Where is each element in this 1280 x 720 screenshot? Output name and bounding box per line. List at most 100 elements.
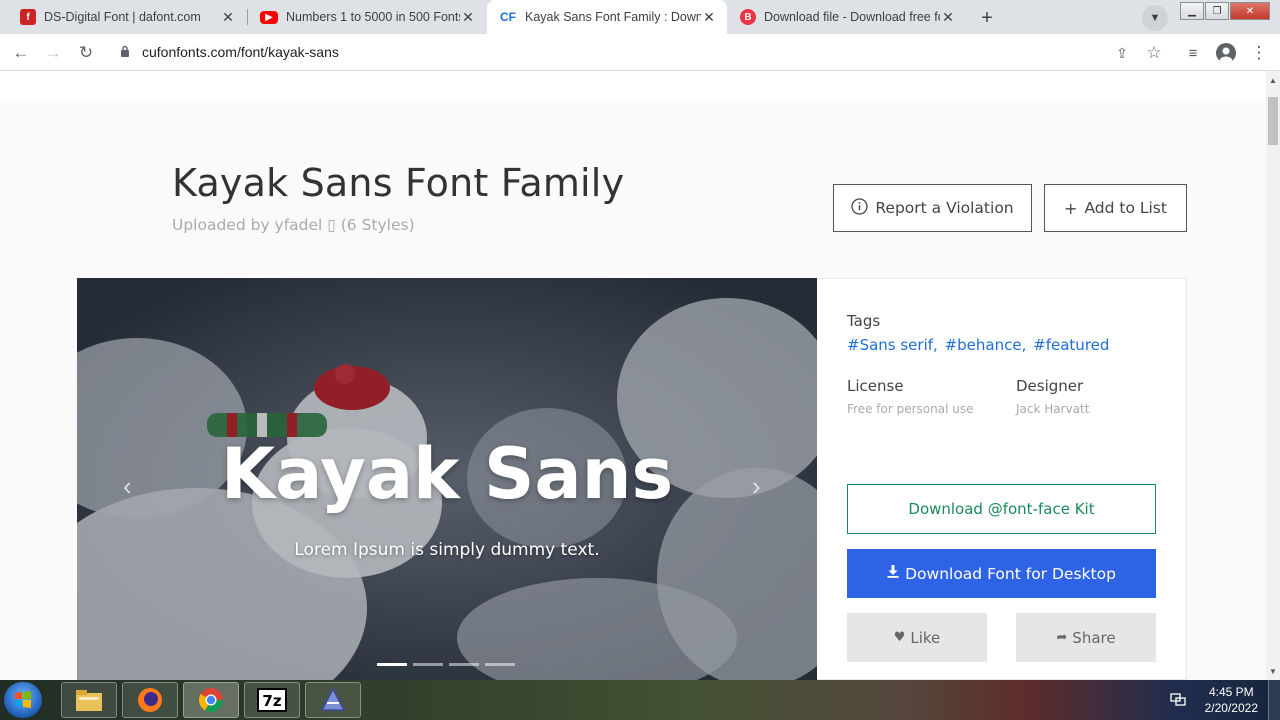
designer-value[interactable]: Jack Harvatt (1016, 402, 1089, 416)
bookmark-button[interactable]: ☆ (1141, 40, 1167, 66)
profile-button[interactable] (1213, 40, 1239, 66)
share-label: Share (1072, 628, 1116, 647)
scrollbar-thumb[interactable] (1268, 97, 1278, 145)
forward-button[interactable]: → (40, 40, 66, 66)
like-button[interactable]: ♥ Like (847, 613, 987, 662)
page-content: Kayak Sans Font Family Uploaded by yfade… (0, 71, 1266, 680)
reload-icon: ↻ (78, 43, 94, 62)
minimize-icon: ▁ (1188, 5, 1196, 17)
taskbar-7zip[interactable]: 7z (244, 682, 300, 718)
taskbar-chrome[interactable] (183, 682, 239, 718)
font-info-panel: Tags #Sans serif, #behance, #featured Li… (817, 278, 1187, 680)
page-title: Kayak Sans Font Family (172, 161, 625, 205)
start-button[interactable] (4, 682, 42, 718)
windows-taskbar: 7z 4:45 PM 2/20/2022 (0, 680, 1280, 720)
taskbar-font-app[interactable] (305, 682, 361, 718)
menu-button[interactable]: ⋮ (1246, 40, 1272, 66)
minimize-button[interactable]: ▁ (1180, 2, 1204, 20)
arrow-left-icon: ← (12, 43, 30, 62)
close-icon: ✕ (1245, 5, 1255, 17)
tab-dafont[interactable]: f DS-Digital Font | dafont.com ✕ (8, 0, 246, 34)
restore-icon: ❐ (1212, 5, 1222, 17)
reading-list-icon: ≡ (1188, 44, 1198, 62)
clock-time: 4:45 PM (1208, 685, 1254, 699)
cufonfonts-icon: CF (500, 10, 516, 24)
share-button[interactable]: ➦ Share (1016, 613, 1156, 662)
page-scrollbar[interactable]: ▲ ▼ (1266, 71, 1280, 680)
tab-kayak-sans[interactable]: CF Kayak Sans Font Family : Downlo ✕ (487, 0, 727, 34)
site-header-strip (0, 71, 1266, 101)
system-clock[interactable]: 4:45 PM 2/20/2022 (1205, 684, 1258, 716)
share-page-button[interactable]: ⇪ (1109, 40, 1135, 66)
browser-tab-strip: f DS-Digital Font | dafont.com ✕ ▶ Numbe… (0, 0, 1280, 34)
carousel-indicator[interactable] (377, 663, 407, 666)
chevron-down-icon: ▼ (1149, 12, 1161, 24)
browser-toolbar: ← → ↻ cufonfonts.com/font/kayak-sans ⇪ ☆… (0, 34, 1280, 71)
close-icon[interactable]: ✕ (940, 9, 956, 26)
font-preview-title: Kayak Sans (220, 433, 674, 515)
restore-button[interactable]: ❐ (1205, 2, 1229, 20)
uploaded-by-text: Uploaded by yfadel ▯ (6 Styles) (172, 216, 415, 234)
window-close-button[interactable]: ✕ (1230, 2, 1270, 20)
close-icon[interactable]: ✕ (220, 9, 236, 26)
carousel-indicators (377, 663, 515, 666)
tab-search-button[interactable]: ▼ (1142, 5, 1168, 31)
reload-button[interactable]: ↻ (73, 40, 99, 66)
close-icon[interactable]: ✕ (701, 9, 717, 26)
avatar-icon (1216, 43, 1236, 63)
tab-youtube[interactable]: ▶ Numbers 1 to 5000 in 500 Fonts ✕ (248, 0, 486, 34)
tab-download-file[interactable]: B Download file - Download free fo ✕ (728, 0, 966, 34)
carousel-indicator[interactable] (485, 663, 515, 666)
back-button[interactable]: ← (8, 40, 34, 66)
plus-icon: + (981, 6, 993, 29)
tab-title: DS-Digital Font | dafont.com (44, 10, 201, 24)
tags-list: #Sans serif, #behance, #featured (847, 336, 1111, 354)
tab-title: Kayak Sans Font Family : Downlo (525, 10, 701, 24)
share-arrow-icon: ➦ (1056, 630, 1068, 645)
plus-icon: + (1064, 198, 1078, 218)
like-label: Like (910, 628, 941, 647)
tab-title: Numbers 1 to 5000 in 500 Fonts (286, 10, 460, 24)
font-preview-carousel[interactable]: ‹ › Kayak Sans Lorem Ipsum is simply dum… (77, 278, 817, 680)
lock-icon (120, 45, 132, 59)
tag-link[interactable]: #featured (1033, 336, 1109, 354)
add-to-list-button[interactable]: + Add to List (1044, 184, 1187, 232)
download-font-face-kit-button[interactable]: Download @font-face Kit (847, 484, 1156, 534)
tags-label: Tags (847, 312, 881, 330)
taskbar-firefox[interactable] (122, 682, 178, 718)
new-tab-button[interactable]: + (974, 5, 1000, 31)
info-icon (851, 197, 868, 219)
svg-text:7z: 7z (262, 692, 281, 710)
taskbar-file-explorer[interactable] (61, 682, 117, 718)
designer-label: Designer (1016, 377, 1084, 395)
download-desktop-button[interactable]: Download Font for Desktop (847, 549, 1156, 598)
font-app-icon (320, 687, 346, 711)
reading-list-button[interactable]: ≡ (1180, 40, 1206, 66)
scroll-up-arrow[interactable]: ▲ (1266, 73, 1280, 87)
network-icon[interactable] (1170, 691, 1188, 707)
download-site-icon: B (740, 9, 756, 25)
share-icon: ⇪ (1116, 44, 1128, 61)
carousel-indicator[interactable] (449, 663, 479, 666)
system-tray: 4:45 PM 2/20/2022 (1162, 680, 1280, 720)
firefox-icon (138, 688, 162, 712)
address-bar[interactable]: cufonfonts.com/font/kayak-sans (108, 37, 1180, 67)
star-icon: ☆ (1146, 43, 1162, 62)
tab-title: Download file - Download free fo (764, 10, 940, 24)
scroll-down-arrow[interactable]: ▼ (1266, 664, 1280, 678)
youtube-icon: ▶ (260, 10, 278, 24)
report-violation-label: Report a Violation (875, 199, 1014, 217)
clock-date: 2/20/2022 (1204, 701, 1258, 715)
close-icon[interactable]: ✕ (460, 9, 476, 26)
download-icon (887, 565, 899, 582)
show-desktop-button[interactable] (1268, 680, 1280, 720)
report-violation-button[interactable]: Report a Violation (833, 184, 1032, 232)
tag-link[interactable]: #Sans serif, (847, 336, 938, 354)
kebab-menu-icon: ⋮ (1250, 43, 1268, 62)
carousel-indicator[interactable] (413, 663, 443, 666)
add-to-list-label: Add to List (1084, 199, 1167, 217)
download-desktop-label: Download Font for Desktop (905, 564, 1116, 583)
tag-link[interactable]: #behance, (945, 336, 1027, 354)
chrome-icon (198, 688, 223, 713)
arrow-right-icon: → (44, 43, 62, 62)
